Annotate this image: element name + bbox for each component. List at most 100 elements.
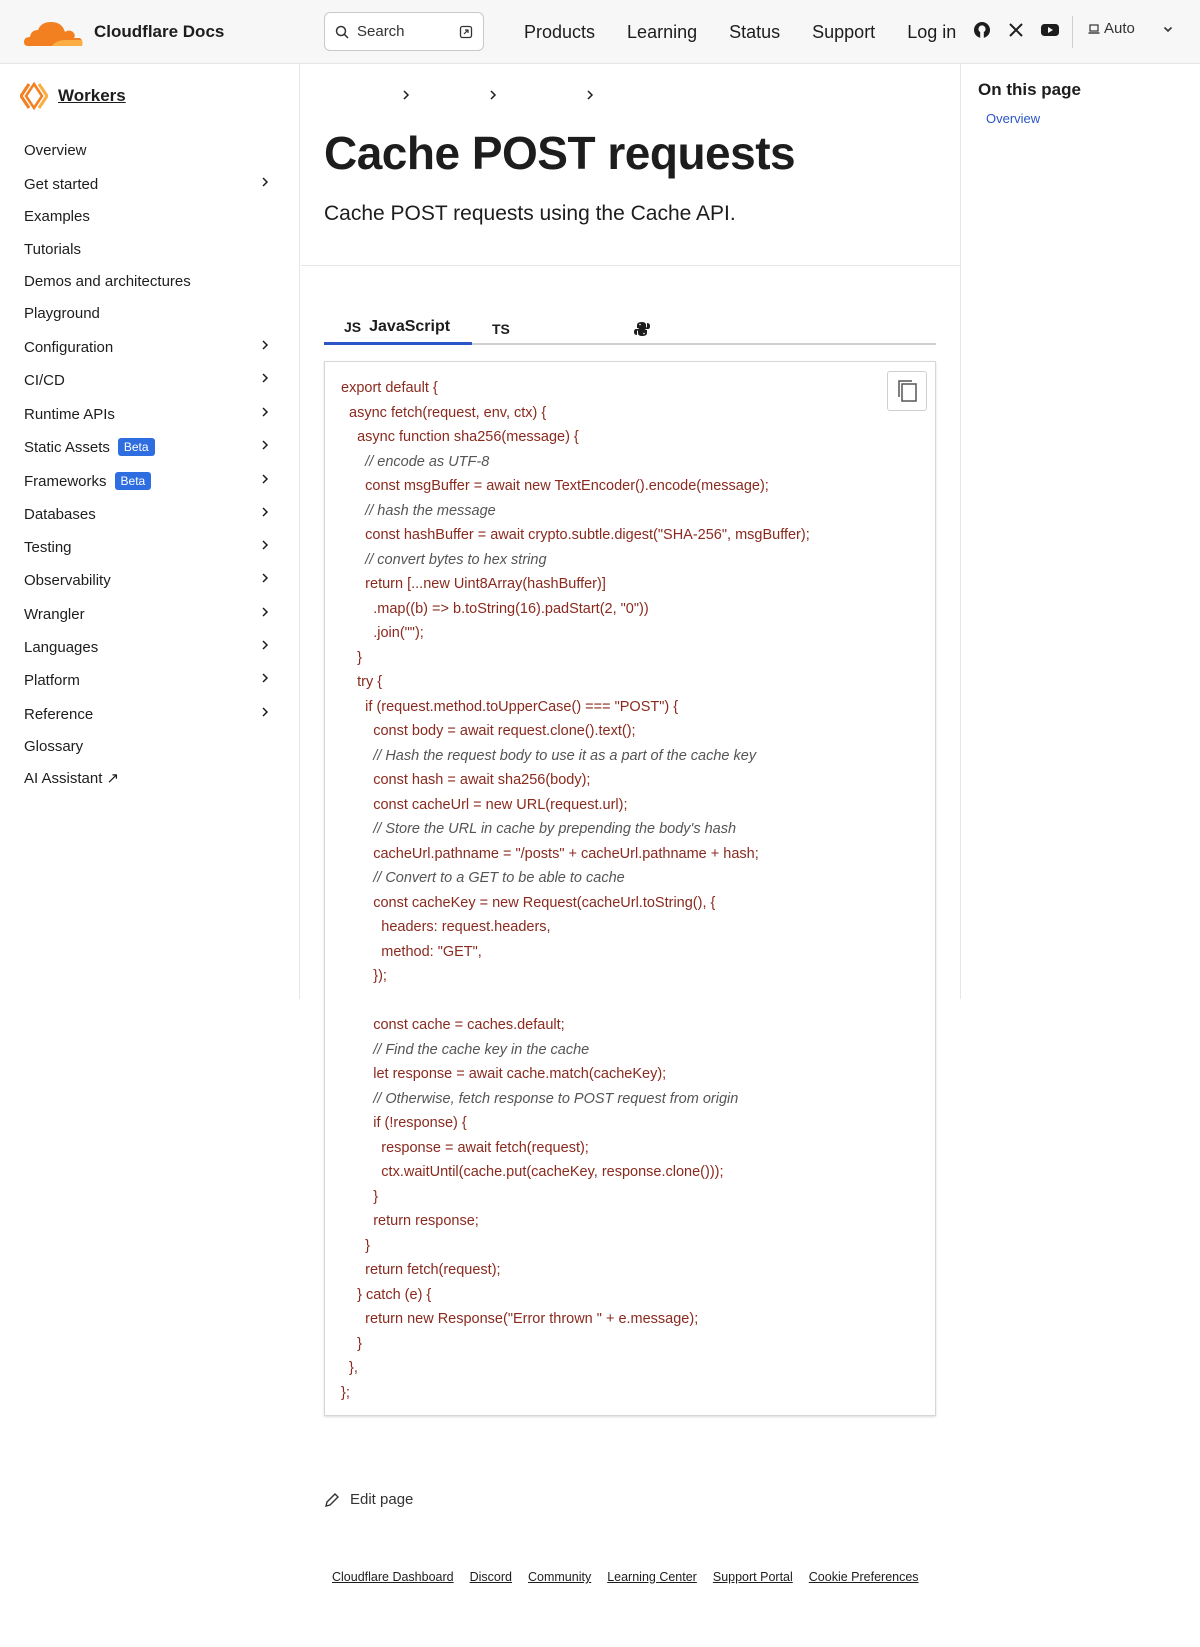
nav-login[interactable]: Log in bbox=[907, 22, 956, 43]
sidebar-item-label: Tutorials bbox=[24, 240, 81, 258]
code-line: response = await fetch(request); bbox=[341, 1139, 589, 1156]
sidebar-item-overview[interactable]: Overview bbox=[24, 137, 276, 163]
sidebar-item-label: Wrangler bbox=[24, 605, 85, 623]
chevron-right-icon bbox=[262, 607, 269, 617]
sidebar-item-reference[interactable]: Reference bbox=[24, 701, 276, 727]
code-line: } bbox=[341, 1335, 362, 1352]
chevron-right-icon bbox=[262, 540, 269, 550]
edit-page-label: Edit page bbox=[350, 1491, 414, 1508]
sidebar-item-label: Playground bbox=[24, 304, 100, 322]
top-header: Cloudflare Docs Search Products Learning… bbox=[0, 0, 1200, 64]
tab-typescript[interactable]: TS bbox=[492, 312, 532, 345]
sidebar-item-runtime-apis[interactable]: Runtime APIs bbox=[24, 401, 276, 427]
js-icon: JS bbox=[344, 319, 362, 335]
sidebar-item-label: Databases bbox=[24, 505, 96, 523]
footer-link-learning-center[interactable]: Learning Center bbox=[607, 1570, 697, 1584]
python-icon bbox=[634, 321, 650, 336]
search-input[interactable]: Search bbox=[324, 12, 484, 51]
chevron-right-icon bbox=[262, 407, 269, 417]
chevron-right-icon bbox=[262, 474, 269, 484]
footer-link-cookie-preferences[interactable]: Cookie Preferences bbox=[809, 1570, 919, 1584]
sidebar-item-databases[interactable]: Databases bbox=[24, 501, 276, 527]
logo-link[interactable]: Cloudflare Docs bbox=[22, 14, 224, 50]
code-line: }, bbox=[341, 1360, 358, 1376]
nav-support[interactable]: Support bbox=[812, 22, 875, 43]
chevron-right-icon bbox=[262, 177, 269, 187]
code-line: cacheUrl.pathname = "/posts" + cacheUrl.… bbox=[341, 845, 759, 862]
sidebar-item-examples[interactable]: Examples bbox=[24, 203, 276, 229]
code-line: const cache = caches.default; bbox=[341, 1017, 565, 1033]
sidebar-item-label: Get started bbox=[24, 175, 99, 193]
tab-python[interactable] bbox=[634, 312, 674, 345]
chevron-right-icon bbox=[262, 373, 269, 383]
language-tabs: JS JavaScript TS bbox=[324, 312, 936, 345]
sidebar-item-label: Glossary bbox=[24, 737, 84, 755]
header-divider bbox=[1072, 16, 1073, 48]
code-line: .join(""); bbox=[341, 625, 424, 641]
sidebar-item-configuration[interactable]: Configuration bbox=[24, 334, 276, 360]
toc-link-overview[interactable]: Overview bbox=[986, 111, 1040, 126]
code-line: // Hash the request body to use it as a … bbox=[341, 747, 757, 764]
sidebar-item-testing[interactable]: Testing bbox=[24, 534, 276, 560]
sidebar-item-playground[interactable]: Playground bbox=[24, 300, 276, 326]
code-line: return fetch(request); bbox=[341, 1262, 501, 1278]
sidebar-item-get-started[interactable]: Get started bbox=[24, 171, 276, 197]
ts-icon: TS bbox=[492, 320, 510, 337]
sidebar-item-static-assets[interactable]: Static Assets Beta bbox=[24, 434, 276, 460]
code-line: return response; bbox=[341, 1213, 479, 1229]
code-line: const hash = await sha256(body); bbox=[341, 772, 591, 788]
sidebar-item-wrangler[interactable]: Wrangler bbox=[24, 601, 276, 627]
footer-link-community[interactable]: Community bbox=[528, 1570, 591, 1584]
chevron-right-icon bbox=[262, 440, 269, 450]
code-line: return [...new Uint8Array(hashBuffer)] bbox=[341, 576, 606, 592]
sidebar-item-frameworks[interactable]: Frameworks Beta bbox=[24, 468, 276, 494]
chevron-right-icon bbox=[490, 90, 497, 100]
sidebar-item-glossary[interactable]: Glossary bbox=[24, 733, 276, 759]
sidebar-item-demos-and-architectures[interactable]: Demos and architectures bbox=[24, 268, 276, 294]
tab-javascript[interactable]: JS JavaScript bbox=[324, 312, 472, 345]
external-search-icon bbox=[459, 25, 473, 38]
theme-select[interactable]: Auto bbox=[1088, 20, 1174, 37]
github-icon[interactable] bbox=[972, 20, 992, 40]
footer-link-discord[interactable]: Discord bbox=[470, 1570, 512, 1584]
code-line: if (!response) { bbox=[341, 1115, 467, 1131]
chevron-right-icon bbox=[262, 507, 269, 517]
sidebar-item-observability[interactable]: Observability bbox=[24, 567, 276, 593]
sidebar-item-label: CI/CD bbox=[24, 371, 65, 389]
theme-label: Auto bbox=[1104, 20, 1135, 37]
code-line: const body = await request.clone().text(… bbox=[341, 723, 636, 739]
x-icon[interactable] bbox=[1006, 20, 1026, 40]
footer-link-dashboard[interactable]: Cloudflare Dashboard bbox=[332, 1570, 454, 1584]
content-divider bbox=[301, 265, 960, 266]
toc-title: On this page bbox=[978, 80, 1081, 99]
code-line: headers: request.headers, bbox=[341, 919, 551, 935]
copy-button[interactable] bbox=[887, 371, 927, 411]
sidebar-title: Workers bbox=[58, 86, 126, 105]
workers-logo-icon bbox=[20, 82, 48, 110]
nav-learning[interactable]: Learning bbox=[627, 22, 697, 43]
sidebar-item-label: Static Assets bbox=[24, 438, 110, 456]
tab-label: JavaScript bbox=[369, 318, 451, 335]
code-line: .map((b) => b.toString(16).padStart(2, "… bbox=[341, 600, 649, 617]
chevron-right-icon bbox=[403, 90, 410, 100]
code-line: }); bbox=[341, 968, 387, 984]
code-line: export default { bbox=[341, 380, 438, 396]
sidebar-item-platform[interactable]: Platform bbox=[24, 667, 276, 693]
code-line: }; bbox=[341, 1384, 350, 1401]
laptop-icon bbox=[1088, 23, 1100, 34]
nav-status[interactable]: Status bbox=[729, 22, 780, 43]
nav-products[interactable]: Products bbox=[524, 22, 595, 43]
code-line: const cacheUrl = new URL(request.url); bbox=[341, 796, 628, 813]
sidebar-item-languages[interactable]: Languages bbox=[24, 634, 276, 660]
beta-badge: Beta bbox=[117, 438, 155, 456]
sidebar-item-ci-cd[interactable]: CI/CD bbox=[24, 367, 276, 393]
sidebar-item-tutorials[interactable]: Tutorials bbox=[24, 236, 276, 262]
footer-link-support-portal[interactable]: Support Portal bbox=[713, 1570, 793, 1584]
sidebar-item-ai-assistant[interactable]: AI Assistant ↗ bbox=[24, 765, 276, 791]
code-line: // convert bytes to hex string bbox=[341, 551, 547, 568]
youtube-icon[interactable] bbox=[1040, 20, 1060, 40]
edit-page-link[interactable]: Edit page bbox=[324, 1491, 413, 1508]
sidebar-product-title[interactable]: Workers bbox=[20, 82, 126, 110]
code-line: const hashBuffer = await crypto.subtle.d… bbox=[341, 527, 810, 543]
chevron-right-icon bbox=[262, 573, 269, 583]
